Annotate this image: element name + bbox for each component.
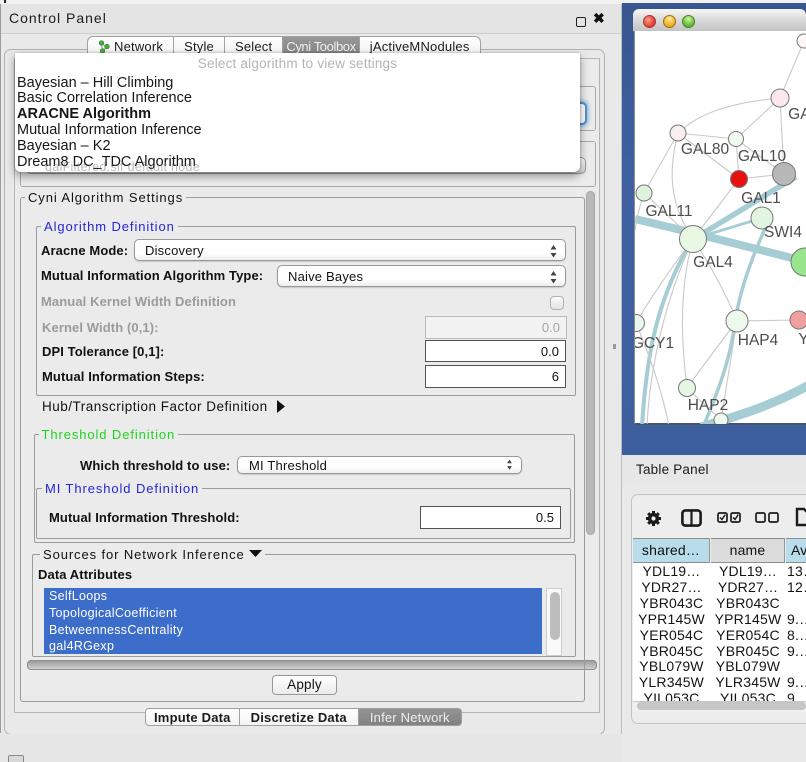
svg-text:HAP2: HAP2 <box>688 397 729 414</box>
svg-text:GAL80: GAL80 <box>681 141 730 158</box>
svg-text:GAL4: GAL4 <box>693 254 733 271</box>
svg-text:GAL11: GAL11 <box>645 203 692 220</box>
svg-text:GCY1: GCY1 <box>635 335 674 352</box>
svg-text:HAP4: HAP4 <box>738 332 779 349</box>
svg-text:GAL10: GAL10 <box>738 148 787 165</box>
svg-text:SWI4: SWI4 <box>764 224 802 241</box>
svg-text:GAL1: GAL1 <box>741 190 781 207</box>
svg-text:YEL: YEL <box>798 331 806 348</box>
svg-text:GAL2: GAL2 <box>788 106 806 123</box>
